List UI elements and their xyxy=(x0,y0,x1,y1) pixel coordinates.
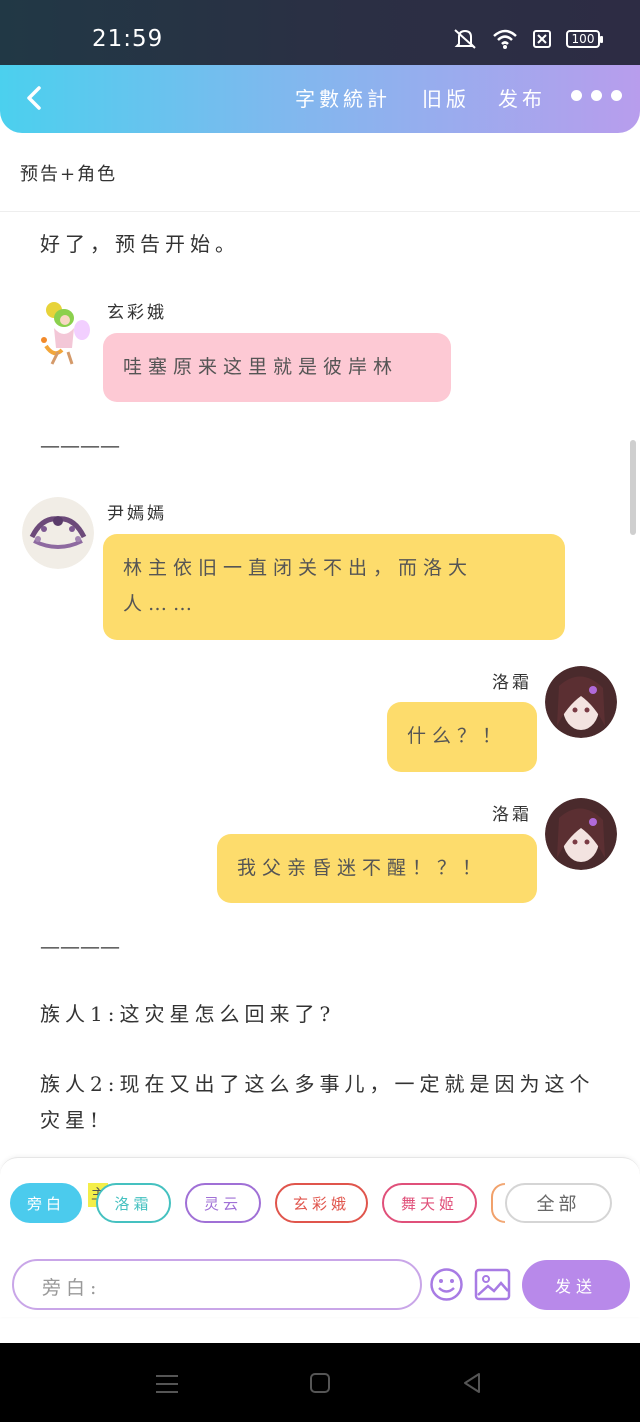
role-chip-xuancaie[interactable]: 玄彩娥 xyxy=(275,1183,368,1223)
role-chip-lingyun[interactable]: 灵云 xyxy=(185,1183,261,1223)
narration-text: 族人1:这灾星怎么回来了? xyxy=(40,1002,336,1026)
home-icon[interactable] xyxy=(309,1372,331,1394)
message-bubble[interactable]: 林主依旧一直闭关不出，而洛大人…… xyxy=(103,534,565,640)
message-bubble[interactable]: 什么？！ xyxy=(387,702,537,772)
sender-name: 尹嫣嫣 xyxy=(107,504,167,524)
separator-text: ———— xyxy=(40,433,120,457)
status-time: 21:59 xyxy=(92,26,164,52)
message-input[interactable]: 旁白: xyxy=(12,1259,422,1310)
avatar-luoshuang xyxy=(545,666,617,738)
role-chip-wutianji[interactable]: 舞天姬 xyxy=(382,1183,477,1223)
publish-button[interactable]: 发布 xyxy=(498,83,546,112)
separator-text: ———— xyxy=(40,934,120,958)
old-version-button[interactable]: 旧版 xyxy=(422,83,470,112)
send-button[interactable]: 发送 xyxy=(522,1260,630,1310)
sender-name: 玄彩娥 xyxy=(107,303,167,323)
chapter-title[interactable]: 预告+角色 xyxy=(20,160,117,186)
message-bubble[interactable]: 我父亲昏迷不醒！？！ xyxy=(217,834,537,903)
role-chip-partial[interactable] xyxy=(491,1183,505,1223)
back-icon[interactable] xyxy=(20,83,50,113)
sender-name: 洛霜 xyxy=(492,673,532,693)
avatar-yinyanyan xyxy=(22,497,94,569)
back-nav-icon[interactable] xyxy=(461,1372,483,1394)
role-chip-narrator[interactable]: 旁白 xyxy=(10,1183,82,1223)
screen: 21:59 100 字數統計 旧版 发布 预告+角色 好了，预告开始。 玄彩娥 … xyxy=(0,0,640,1422)
sender-name: 洛霜 xyxy=(492,805,532,825)
battery-icon: 100 xyxy=(566,30,603,48)
sim-card-icon xyxy=(533,30,551,48)
emoji-icon[interactable] xyxy=(429,1267,464,1302)
more-options-icon[interactable] xyxy=(571,90,622,101)
word-count-button[interactable]: 字數統計 xyxy=(295,83,391,112)
role-chip-all[interactable]: 全部 xyxy=(505,1183,612,1223)
divider xyxy=(0,211,640,212)
menu-icon[interactable] xyxy=(155,1373,179,1395)
avatar-xuancaie xyxy=(32,296,96,368)
system-nav-bar xyxy=(0,1343,640,1422)
wifi-icon xyxy=(493,29,517,49)
role-chip-luoshuang[interactable]: 洛霜 xyxy=(96,1183,171,1223)
header-bar: 字數統計 旧版 发布 xyxy=(0,65,640,133)
scrollbar-thumb[interactable] xyxy=(630,440,636,535)
narration-text: 好了，预告开始。 xyxy=(40,232,240,256)
avatar-luoshuang xyxy=(545,798,617,870)
status-icons: 100 xyxy=(452,28,603,50)
image-icon[interactable] xyxy=(474,1268,511,1301)
message-input-placeholder: 旁白: xyxy=(42,1277,102,1299)
message-bubble[interactable]: 哇塞原来这里就是彼岸林 xyxy=(103,333,451,402)
narration-text: 族人2:现在又出了这么多事儿，一定就是因为这个灾星! xyxy=(40,1072,595,1132)
mute-icon xyxy=(454,29,476,49)
